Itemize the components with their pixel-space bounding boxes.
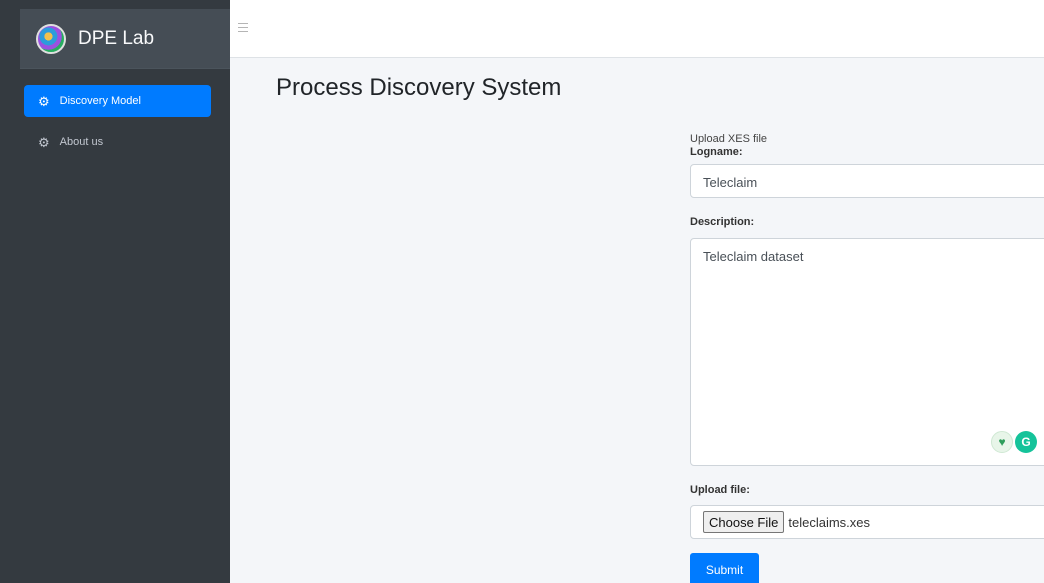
sidebar: DPE Lab ⚙ Discovery Model ⚙ About us bbox=[0, 0, 230, 583]
grammarly-icon[interactable]: G bbox=[1015, 431, 1037, 453]
content-wrapper: Process Discovery System Upload XES file… bbox=[230, 58, 1044, 583]
description-textarea[interactable]: Teleclaim dataset ♥ G bbox=[690, 238, 1044, 466]
brand-link[interactable]: DPE Lab bbox=[20, 9, 230, 69]
lightbulb-icon[interactable]: ♥ bbox=[991, 431, 1013, 453]
app-window: DPE Lab ⚙ Discovery Model ⚙ About us Pro… bbox=[0, 0, 1044, 583]
gear-icon: ⚙ bbox=[38, 134, 50, 150]
brand-text: DPE Lab bbox=[78, 27, 155, 49]
brand-logo-icon bbox=[36, 23, 66, 54]
submit-button[interactable]: Submit bbox=[690, 553, 759, 583]
upload-file-label: Upload file: bbox=[690, 484, 750, 496]
file-input[interactable]: Choose File teleclaims.xes bbox=[690, 505, 1044, 539]
hamburger-icon[interactable] bbox=[238, 23, 248, 33]
description-label: Description: bbox=[690, 216, 755, 228]
sidebar-item-discovery-model[interactable]: ⚙ Discovery Model bbox=[24, 85, 211, 117]
logname-input[interactable]: Teleclaim bbox=[690, 164, 1044, 198]
choose-file-button[interactable]: Choose File bbox=[703, 511, 785, 533]
top-navbar bbox=[230, 0, 1044, 58]
selected-file-name: teleclaims.xes bbox=[788, 514, 871, 530]
page-title: Process Discovery System bbox=[276, 74, 562, 101]
gear-icon: ⚙ bbox=[38, 93, 50, 109]
grammar-extension-icons: ♥ G bbox=[991, 431, 1037, 453]
upload-hint: Upload XES file bbox=[690, 133, 768, 145]
description-text: Teleclaim dataset bbox=[703, 249, 804, 264]
sidebar-item-label: Discovery Model bbox=[59, 95, 141, 107]
logname-label: Logname: bbox=[690, 146, 743, 158]
sidebar-item-about-us[interactable]: ⚙ About us bbox=[24, 126, 211, 158]
sidebar-item-label: About us bbox=[59, 136, 104, 148]
